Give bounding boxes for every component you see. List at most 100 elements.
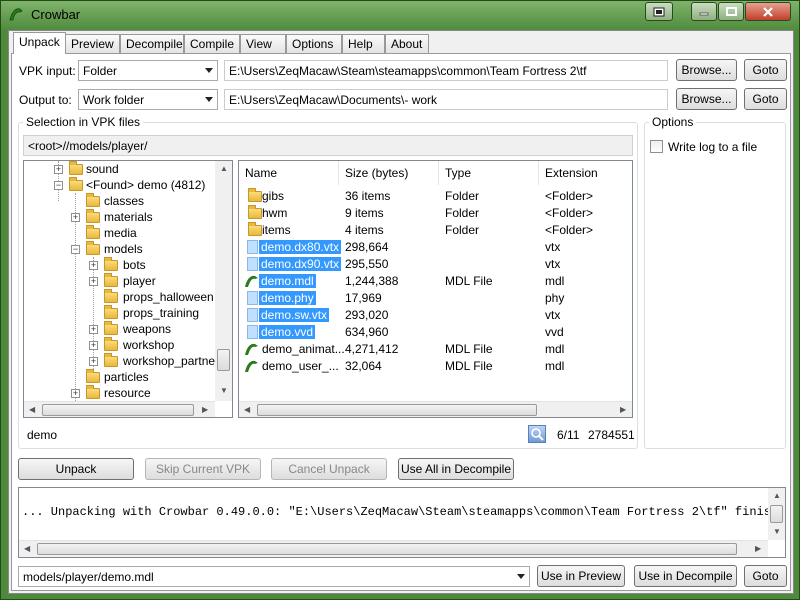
- scroll-left-icon[interactable]: ◀: [244, 405, 250, 414]
- scroll-right-icon[interactable]: ▶: [755, 544, 761, 553]
- bottom-goto-button[interactable]: Goto: [744, 565, 787, 587]
- file-row-demo-vvd[interactable]: demo.vvd 634,960 vvd: [239, 324, 619, 341]
- file-row-items[interactable]: items 4 items Folder <Folder>: [239, 222, 619, 239]
- tree-horizontal-scrollbar[interactable]: ◀ ▶: [24, 401, 215, 417]
- expand-icon[interactable]: +: [71, 213, 80, 222]
- scroll-thumb[interactable]: [770, 505, 783, 523]
- use-in-preview-button[interactable]: Use in Preview: [537, 565, 625, 587]
- tab-compile[interactable]: Compile: [184, 34, 240, 53]
- tree-item-resource[interactable]: + resource: [24, 385, 214, 401]
- output-mode-select[interactable]: Work folder: [78, 89, 218, 110]
- expand-icon[interactable]: +: [71, 389, 80, 398]
- skip-current-vpk-button[interactable]: Skip Current VPK: [145, 458, 261, 480]
- scroll-thumb[interactable]: [217, 349, 230, 371]
- expand-icon[interactable]: +: [89, 341, 98, 350]
- output-goto-button[interactable]: Goto: [744, 88, 787, 110]
- tree-item-models[interactable]: − models: [24, 241, 214, 257]
- tree-item-sound[interactable]: + sound: [24, 161, 214, 177]
- file-list-horizontal-scrollbar[interactable]: ◀ ▶: [239, 401, 632, 417]
- scroll-right-icon[interactable]: ▶: [620, 405, 626, 414]
- tab-view[interactable]: View: [240, 34, 286, 53]
- special-window-button[interactable]: [645, 2, 673, 21]
- scroll-down-icon[interactable]: ▼: [773, 527, 781, 536]
- expand-icon[interactable]: +: [54, 165, 63, 174]
- unpack-button[interactable]: Unpack: [18, 458, 134, 480]
- tree-item-materials[interactable]: + materials: [24, 209, 214, 225]
- file-row-hwm[interactable]: hwm 9 items Folder <Folder>: [239, 205, 619, 222]
- file-row-demo-sw-vtx[interactable]: demo.sw.vtx 293,020 vtx: [239, 307, 619, 324]
- use-in-decompile-button[interactable]: Use in Decompile: [634, 565, 737, 587]
- search-input[interactable]: demo: [23, 424, 523, 445]
- tree-item-props-halloween[interactable]: props_halloween: [24, 289, 214, 305]
- file-list[interactable]: Name Size (bytes) Type Extension gibs 36…: [238, 160, 633, 418]
- scroll-up-icon[interactable]: ▲: [773, 491, 781, 500]
- tree-item-props-training[interactable]: props_training: [24, 305, 214, 321]
- output-path-field[interactable]: E:\Users\ZeqMacaw\Documents\- work: [224, 89, 668, 110]
- collapse-icon[interactable]: −: [71, 245, 80, 254]
- tab-about[interactable]: About: [385, 34, 429, 53]
- column-size-header[interactable]: Size (bytes): [339, 161, 439, 185]
- scroll-thumb[interactable]: [42, 404, 194, 416]
- cancel-unpack-button[interactable]: Cancel Unpack: [271, 458, 387, 480]
- vpk-input-goto-button[interactable]: Goto: [744, 59, 787, 81]
- scroll-thumb[interactable]: [37, 543, 737, 555]
- vpk-input-mode-select[interactable]: Folder: [78, 60, 218, 81]
- tree-item-classes[interactable]: classes: [24, 193, 214, 209]
- column-name-header[interactable]: Name: [239, 161, 339, 185]
- file-row-gibs[interactable]: gibs 36 items Folder <Folder>: [239, 188, 619, 205]
- folder-tree[interactable]: + sound − <Found> demo (4812) classes + …: [23, 160, 233, 418]
- log-vertical-scrollbar[interactable]: ▲ ▼: [768, 488, 785, 540]
- tab-preview[interactable]: Preview: [65, 34, 120, 53]
- expand-icon[interactable]: +: [89, 357, 98, 366]
- column-type-header[interactable]: Type: [439, 161, 539, 185]
- minimize-icon: [699, 12, 709, 15]
- scroll-right-icon[interactable]: ▶: [202, 405, 208, 414]
- expand-icon[interactable]: +: [89, 277, 98, 286]
- tab-help[interactable]: Help: [342, 34, 385, 53]
- file-row-demo-dx80-vtx[interactable]: demo.dx80.vtx 298,664 vtx: [239, 239, 619, 256]
- column-extension-header[interactable]: Extension: [539, 161, 632, 185]
- title-bar[interactable]: Crowbar: [1, 1, 799, 29]
- tree-item-particles[interactable]: particles: [24, 369, 214, 385]
- log-horizontal-scrollbar[interactable]: ◀ ▶: [19, 540, 768, 557]
- selection-path-field[interactable]: <root>//models/player/: [23, 135, 633, 156]
- maximize-button[interactable]: [718, 2, 744, 21]
- tree-vertical-scrollbar[interactable]: ▲ ▼: [215, 161, 232, 401]
- tree-item-player[interactable]: + player: [24, 273, 214, 289]
- tree-item-found-demo[interactable]: − <Found> demo (4812): [24, 177, 214, 193]
- scroll-thumb[interactable]: [257, 404, 537, 416]
- scroll-left-icon[interactable]: ◀: [29, 405, 35, 414]
- selected-file-select[interactable]: models/player/demo.mdl: [18, 566, 530, 587]
- scroll-up-icon[interactable]: ▲: [220, 164, 228, 173]
- expand-icon[interactable]: +: [89, 325, 98, 334]
- file-row-demo-animations[interactable]: demo_animat... 4,271,412 MDL File mdl: [239, 341, 619, 358]
- tree-item-weapons[interactable]: + weapons: [24, 321, 214, 337]
- search-button[interactable]: [528, 425, 546, 443]
- scroll-left-icon[interactable]: ◀: [24, 544, 30, 553]
- scroll-down-icon[interactable]: ▼: [220, 386, 228, 395]
- tree-item-workshop[interactable]: + workshop: [24, 337, 214, 353]
- minimize-button[interactable]: [691, 2, 717, 21]
- write-log-checkbox[interactable]: [650, 140, 663, 153]
- tab-options[interactable]: Options: [286, 34, 342, 53]
- log-output[interactable]: ... Unpacking with Crowbar 0.49.0.0: "E:…: [18, 487, 786, 558]
- use-all-in-decompile-button[interactable]: Use All in Decompile: [398, 458, 514, 480]
- collapse-icon[interactable]: −: [54, 181, 63, 190]
- tree-item-media[interactable]: media: [24, 225, 214, 241]
- file-row-demo-user[interactable]: demo_user_... 32,064 MDL File mdl: [239, 358, 619, 375]
- file-size: 293,020: [345, 308, 389, 322]
- file-row-demo-phy[interactable]: demo.phy 17,969 phy: [239, 290, 619, 307]
- write-log-label[interactable]: Write log to a file: [668, 140, 757, 154]
- file-row-demo-mdl[interactable]: demo.mdl 1,244,388 MDL File mdl: [239, 273, 619, 290]
- tab-decompile[interactable]: Decompile: [120, 34, 184, 53]
- output-browse-button[interactable]: Browse...: [676, 88, 737, 110]
- close-button[interactable]: [745, 2, 791, 21]
- tree-item-bots[interactable]: + bots: [24, 257, 214, 273]
- vpk-input-browse-button[interactable]: Browse...: [676, 59, 737, 81]
- file-row-demo-dx90-vtx[interactable]: demo.dx90.vtx 295,550 vtx: [239, 256, 619, 273]
- vpk-input-path-field[interactable]: E:\Users\ZeqMacaw\Steam\steamapps\common…: [224, 60, 668, 81]
- folder-icon: [104, 305, 118, 319]
- tree-item-workshop-partner[interactable]: + workshop_partner: [24, 353, 219, 369]
- tab-unpack[interactable]: Unpack: [13, 32, 66, 54]
- expand-icon[interactable]: +: [89, 261, 98, 270]
